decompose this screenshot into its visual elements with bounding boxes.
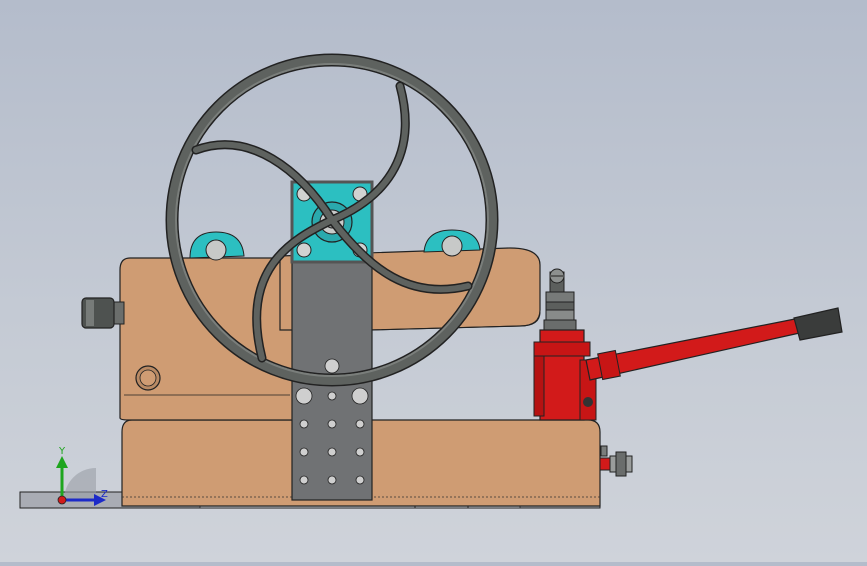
z-axis-label: Z xyxy=(101,489,108,500)
cad-viewport[interactable]: Y Z xyxy=(0,0,867,562)
bearing-left xyxy=(189,231,245,261)
x-axis-dot xyxy=(57,495,67,505)
side-knob xyxy=(81,297,125,329)
valve-fitting xyxy=(599,445,633,477)
hydraulic-jack xyxy=(533,268,597,421)
coordinate-triad: Y Z xyxy=(56,446,108,506)
y-axis-label: Y xyxy=(58,446,66,457)
model-view[interactable]: Y Z xyxy=(0,0,867,562)
jack-handle[interactable] xyxy=(585,307,843,381)
